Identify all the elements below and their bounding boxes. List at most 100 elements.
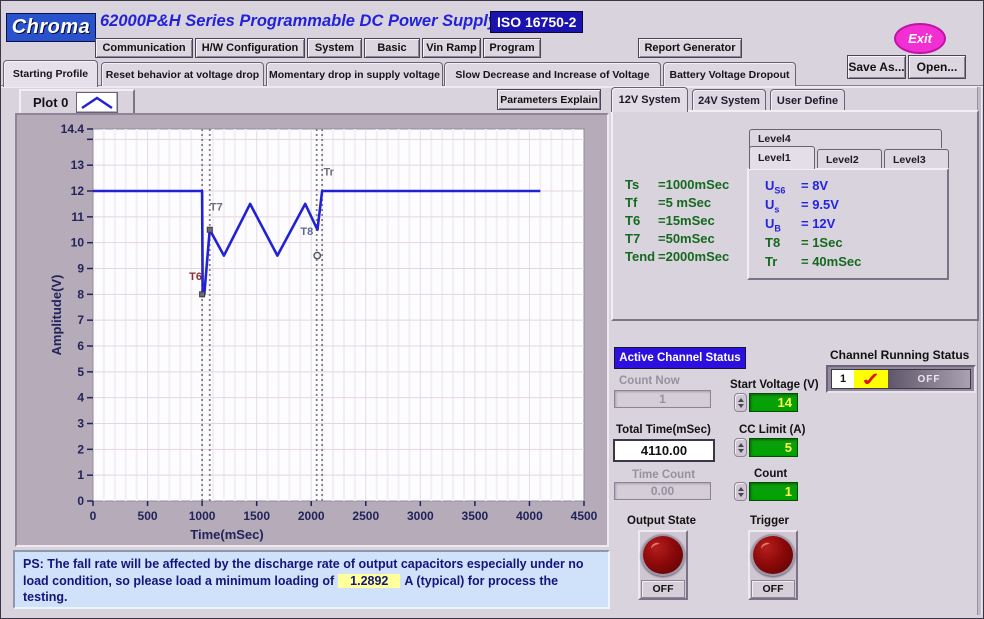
save-as-button[interactable]: Save As...: [847, 55, 906, 79]
stepper-down-icon[interactable]: [738, 493, 744, 497]
menu-program-button[interactable]: Program: [483, 38, 541, 58]
count-display[interactable]: 1: [749, 482, 798, 501]
plot-legend-icon: [76, 92, 118, 113]
output-state-label: Output State: [627, 515, 696, 527]
time-count-field: 0.00: [614, 482, 711, 500]
menu-vin-ramp-button[interactable]: Vin Ramp: [422, 38, 481, 58]
cc-limit-display[interactable]: 5: [749, 438, 798, 457]
svg-text:2: 2: [77, 442, 84, 456]
tab-momentary-drop[interactable]: Momentary drop in supply voltage: [266, 62, 443, 86]
value-us: Us= 9.5V: [765, 197, 947, 216]
value-us6: US6= 8V: [765, 178, 947, 197]
tab-reset-behavior[interactable]: Reset behavior at voltage drop: [101, 62, 264, 86]
svg-text:4: 4: [77, 391, 84, 405]
start-voltage-display[interactable]: 14: [749, 393, 798, 412]
trigger-label: Trigger: [750, 515, 789, 527]
app-window: Chroma 62000P&H Series Programmable DC P…: [0, 0, 984, 619]
timing-parameters: Ts=1000mSec Tf=5 mSec T6=15mSec T7=50mSe…: [625, 177, 755, 267]
timing-row-tf: Tf=5 mSec: [625, 195, 755, 213]
trigger-panel: OFF: [748, 530, 798, 600]
note-highlight-value: 1.2892: [338, 574, 400, 588]
channel-running-status-control[interactable]: 1 ✓ OFF: [826, 365, 976, 393]
stepper-up-icon[interactable]: [738, 487, 744, 491]
value-tr: Tr= 40mSec: [765, 254, 947, 273]
tab-12v-system[interactable]: 12V System: [611, 87, 688, 112]
tab-slow-decrease-increase[interactable]: Slow Decrease and Increase of Voltage: [444, 62, 661, 86]
svg-text:1500: 1500: [243, 509, 270, 523]
open-button[interactable]: Open...: [908, 55, 966, 79]
trigger-value[interactable]: OFF: [751, 580, 795, 598]
tab-battery-voltage-dropout[interactable]: Battery Voltage Dropout: [663, 62, 796, 86]
svg-text:500: 500: [138, 509, 158, 523]
svg-text:T7: T7: [210, 201, 223, 213]
ps-note: PS: The fall rate will be affected by th…: [13, 550, 610, 609]
svg-text:0: 0: [77, 494, 84, 508]
svg-text:T6: T6: [189, 271, 202, 283]
active-channel-status-header: Active Channel Status: [614, 347, 746, 369]
timing-row-ts: Ts=1000mSec: [625, 177, 755, 195]
channel-check-cell[interactable]: ✓: [854, 370, 888, 388]
count-now-field: 1: [614, 390, 711, 408]
output-state-button[interactable]: [641, 534, 685, 576]
plot-label: Plot 0: [33, 95, 68, 110]
svg-text:6: 6: [77, 339, 84, 353]
parameters-explain-button[interactable]: Parameters Explain: [497, 89, 601, 110]
value-ub: UB= 12V: [765, 216, 947, 235]
count-now-label: Count Now: [619, 375, 680, 387]
svg-text:T8: T8: [300, 226, 313, 238]
menu-communication-button[interactable]: Communication: [95, 38, 193, 58]
timing-row-t7: T7=50mSec: [625, 231, 755, 249]
output-state-value[interactable]: OFF: [641, 580, 685, 598]
svg-text:14.4: 14.4: [61, 122, 85, 136]
stepper-up-icon[interactable]: [738, 443, 744, 447]
cc-limit-label: CC Limit (A): [739, 424, 805, 436]
stepper-down-icon[interactable]: [738, 404, 744, 408]
cc-limit-stepper[interactable]: [734, 438, 747, 457]
svg-text:10: 10: [71, 236, 85, 250]
menu-hw-configuration-button[interactable]: H/W Configuration: [195, 38, 305, 58]
svg-text:3: 3: [77, 417, 84, 431]
exit-button[interactable]: Exit: [894, 23, 946, 54]
svg-text:Amplitude(V): Amplitude(V): [49, 275, 64, 356]
channel-running-status-label: Channel Running Status: [830, 348, 969, 362]
svg-text:4000: 4000: [516, 509, 543, 523]
chroma-logo: Chroma: [6, 13, 96, 42]
tab-24v-system[interactable]: 24V System: [692, 89, 766, 111]
tab-level3[interactable]: Level3: [884, 149, 949, 169]
tab-user-define[interactable]: User Define: [770, 89, 845, 111]
total-time-field[interactable]: 4110.00: [613, 439, 715, 462]
timing-row-t6: T6=15mSec: [625, 213, 755, 231]
level1-values-panel: US6= 8V Us= 9.5V UB= 12V T8= 1Sec Tr= 40…: [747, 168, 949, 280]
tab-level2[interactable]: Level2: [817, 149, 882, 169]
app-title: 62000P&H Series Programmable DC Power Su…: [100, 12, 497, 31]
svg-text:11: 11: [71, 210, 84, 224]
svg-text:8: 8: [77, 287, 84, 301]
svg-text:Tr: Tr: [323, 167, 334, 179]
start-voltage-label: Start Voltage (V): [730, 379, 819, 391]
svg-text:3500: 3500: [462, 509, 489, 523]
plot-selector[interactable]: Plot 0: [19, 89, 135, 115]
waveform-chart: 14.4131211109876543210050010001500200025…: [17, 115, 607, 545]
svg-text:0: 0: [90, 509, 97, 523]
tab-level1[interactable]: Level1: [749, 146, 815, 169]
stepper-down-icon[interactable]: [738, 449, 744, 453]
stepper-up-icon[interactable]: [738, 398, 744, 402]
start-voltage-stepper[interactable]: [734, 393, 747, 412]
channel-running-status-inner: 1 ✓ OFF: [831, 369, 971, 389]
svg-text:9: 9: [77, 262, 84, 276]
channel-number-cell: 1: [832, 370, 854, 388]
svg-text:12: 12: [71, 184, 85, 198]
svg-text:2000: 2000: [298, 509, 325, 523]
menu-system-button[interactable]: System: [307, 38, 362, 58]
menu-basic-button[interactable]: Basic: [364, 38, 420, 58]
output-state-panel: OFF: [638, 530, 688, 600]
count-label: Count: [754, 468, 787, 480]
total-time-label: Total Time(mSec): [616, 424, 711, 436]
trigger-button[interactable]: [751, 534, 795, 576]
iso-standard-badge: ISO 16750-2: [490, 11, 583, 33]
svg-text:5: 5: [77, 365, 84, 379]
svg-text:1000: 1000: [189, 509, 216, 523]
tab-starting-profile[interactable]: Starting Profile: [3, 60, 98, 87]
report-generator-button[interactable]: Report Generator: [638, 38, 742, 58]
count-stepper[interactable]: [734, 482, 747, 501]
